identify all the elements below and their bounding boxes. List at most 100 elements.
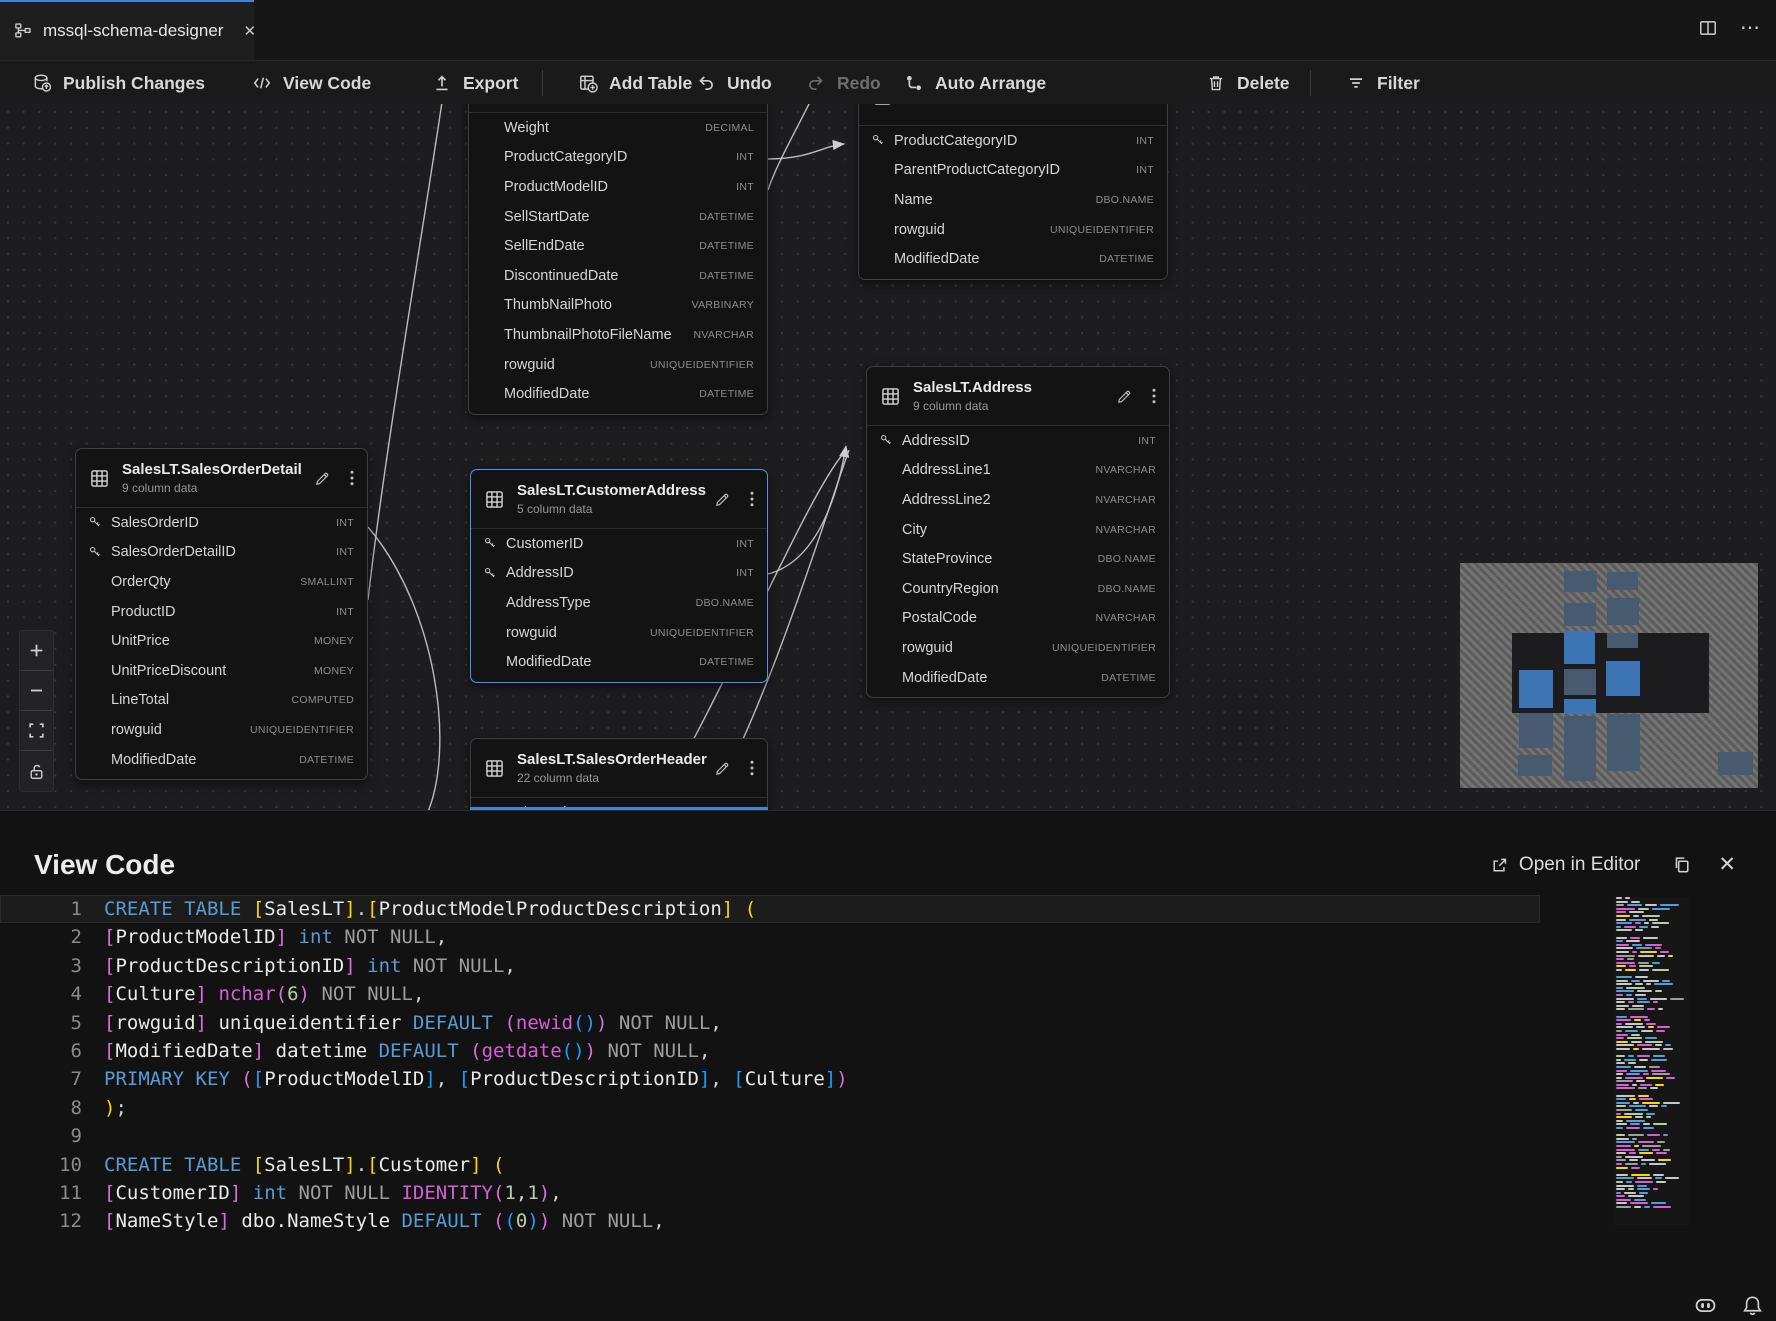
- add-table-button[interactable]: Add Table: [572, 61, 698, 105]
- export-button[interactable]: Export: [426, 61, 524, 105]
- copy-code-icon[interactable]: [1672, 855, 1692, 875]
- column-row[interactable]: rowguidUNIQUEIDENTIFIER: [471, 618, 767, 648]
- column-type: INT: [336, 606, 354, 618]
- column-name: ThumbNailPhoto: [504, 297, 692, 313]
- fit-view-button[interactable]: [20, 711, 53, 751]
- column-row[interactable]: ModifiedDateDATETIME: [859, 244, 1167, 274]
- column-row[interactable]: UnitPriceMONEY: [76, 626, 367, 656]
- column-row[interactable]: AddressLine1NVARCHAR: [867, 456, 1169, 486]
- column-row[interactable]: AddressIDINT: [867, 426, 1169, 456]
- undo-button[interactable]: Undo: [690, 61, 778, 105]
- column-type: DATETIME: [699, 211, 754, 223]
- column-row[interactable]: AddressLine2NVARCHAR: [867, 485, 1169, 515]
- column-row[interactable]: ThumbnailPhotoFileNameNVARCHAR: [469, 320, 767, 350]
- column-name: ModifiedDate: [894, 251, 1099, 267]
- delete-button[interactable]: Delete: [1200, 61, 1296, 105]
- column-row[interactable]: NameDBO.NAME: [859, 185, 1167, 215]
- column-row[interactable]: CustomerIDINT: [471, 529, 767, 559]
- column-type: INT: [1136, 135, 1154, 147]
- canvas-minimap[interactable]: [1460, 563, 1758, 788]
- column-row[interactable]: ParentProductCategoryIDINT: [859, 156, 1167, 186]
- column-row[interactable]: WeightDECIMAL: [469, 113, 767, 143]
- column-row[interactable]: PostalCodeNVARCHAR: [867, 604, 1169, 634]
- schema-canvas[interactable]: WeightDECIMALProductCategoryIDINTProduct…: [0, 104, 1776, 810]
- column-row[interactable]: SellEndDateDATETIME: [469, 231, 767, 261]
- table-menu-icon[interactable]: [349, 469, 355, 487]
- zoom-controls: [19, 630, 54, 792]
- column-row[interactable]: LineTotalCOMPUTED: [76, 686, 367, 716]
- split-editor-icon[interactable]: [1698, 18, 1718, 38]
- column-row[interactable]: rowguidUNIQUEIDENTIFIER: [859, 215, 1167, 245]
- table-menu-icon[interactable]: [1151, 387, 1157, 405]
- notifications-bell-icon[interactable]: [1741, 1294, 1764, 1317]
- close-panel-icon[interactable]: ✕: [1718, 855, 1736, 875]
- filter-icon: [1346, 73, 1366, 93]
- column-row[interactable]: SalesOrderIDINT: [76, 508, 367, 538]
- view-code-button[interactable]: View Code: [246, 61, 377, 105]
- column-row[interactable]: ModifiedDateDATETIME: [469, 379, 767, 409]
- column-row[interactable]: CityNVARCHAR: [867, 515, 1169, 545]
- table-card-customer-address[interactable]: SalesLT.CustomerAddress5 column dataCust…: [470, 469, 768, 683]
- column-row[interactable]: ProductIDINT: [76, 597, 367, 627]
- column-name: AddressID: [902, 433, 1138, 449]
- line-number: 2: [54, 923, 82, 951]
- code-minimap[interactable]: [1613, 897, 1689, 1225]
- publish-changes-button[interactable]: Publish Changes: [26, 61, 211, 105]
- copilot-icon[interactable]: [1694, 1294, 1717, 1317]
- edit-table-icon[interactable]: [1114, 104, 1131, 105]
- column-name: City: [902, 522, 1095, 538]
- zoom-out-button[interactable]: [20, 671, 53, 711]
- column-row[interactable]: CountryRegionDBO.NAME: [867, 574, 1169, 604]
- column-row[interactable]: AddressTypeDBO.NAME: [471, 588, 767, 618]
- column-row[interactable]: ProductCategoryIDINT: [859, 126, 1167, 156]
- column-row[interactable]: SalesOrderDetailIDINT: [76, 538, 367, 568]
- table-menu-icon[interactable]: [749, 759, 755, 777]
- column-name: ModifiedDate: [111, 752, 299, 768]
- redo-button[interactable]: Redo: [800, 61, 887, 105]
- toolbar-item-label: Add Table: [609, 73, 692, 94]
- primary-key-icon: [483, 536, 506, 551]
- designer-toolbar: Publish Changes View Code Export Add TableU…: [0, 60, 1776, 105]
- table-card-product[interactable]: WeightDECIMALProductCategoryIDINTProduct…: [468, 104, 768, 415]
- tab-mssql-schema-designer[interactable]: mssql-schema-designer ✕: [0, 0, 254, 60]
- column-row[interactable]: rowguidUNIQUEIDENTIFIER: [76, 715, 367, 745]
- zoom-in-button[interactable]: [20, 631, 53, 671]
- column-row[interactable]: ProductCategoryIDINT: [469, 143, 767, 173]
- open-in-editor-button[interactable]: Open in Editor: [1484, 853, 1646, 877]
- column-row[interactable]: UnitPriceDiscountMONEY: [76, 656, 367, 686]
- table-menu-icon[interactable]: [1149, 104, 1155, 105]
- edit-table-icon[interactable]: [714, 491, 731, 508]
- table-card-product-category[interactable]: 5 column dataProductCategoryIDINTParentP…: [858, 104, 1168, 280]
- minimap-table: [1564, 716, 1596, 781]
- column-row[interactable]: SellStartDateDATETIME: [469, 202, 767, 232]
- column-row[interactable]: ThumbNailPhotoVARBINARY: [469, 291, 767, 321]
- export-icon: [432, 73, 452, 93]
- table-card-sales-order-header[interactable]: SalesLT.SalesOrderHeader22 column dataSa…: [470, 738, 768, 810]
- delete-icon: [1206, 73, 1226, 93]
- column-row[interactable]: ProductModelIDINT: [469, 172, 767, 202]
- unlock-button[interactable]: [20, 751, 53, 791]
- column-row[interactable]: ModifiedDateDATETIME: [867, 663, 1169, 693]
- edit-table-icon[interactable]: [1116, 388, 1133, 405]
- minimap-table: [1564, 571, 1597, 592]
- filter-button[interactable]: Filter: [1340, 61, 1426, 105]
- table-card-sales-order-detail[interactable]: SalesLT.SalesOrderDetail9 column dataSal…: [75, 448, 368, 780]
- minimap-table: [1607, 572, 1638, 590]
- table-card-address[interactable]: SalesLT.Address9 column dataAddressIDINT…: [866, 366, 1170, 698]
- column-row[interactable]: ModifiedDateDATETIME: [76, 745, 367, 775]
- column-name: AddressLine2: [902, 492, 1095, 508]
- column-row[interactable]: rowguidUNIQUEIDENTIFIER: [469, 350, 767, 380]
- column-row[interactable]: OrderQtySMALLINT: [76, 567, 367, 597]
- edit-table-icon[interactable]: [714, 760, 731, 777]
- table-menu-icon[interactable]: [749, 490, 755, 508]
- column-row[interactable]: StateProvinceDBO.NAME: [867, 544, 1169, 574]
- edit-table-icon[interactable]: [314, 470, 331, 487]
- tab-close-icon[interactable]: ✕: [239, 20, 260, 42]
- column-row[interactable]: AddressIDINT: [471, 559, 767, 589]
- auto-arrange-button[interactable]: Auto Arrange: [898, 61, 1052, 105]
- column-row[interactable]: DiscontinuedDateDATETIME: [469, 261, 767, 291]
- line-number: 12: [54, 1207, 82, 1235]
- more-actions-icon[interactable]: ⋯: [1740, 23, 1762, 33]
- column-row[interactable]: rowguidUNIQUEIDENTIFIER: [867, 633, 1169, 663]
- column-row[interactable]: ModifiedDateDATETIME: [471, 647, 767, 677]
